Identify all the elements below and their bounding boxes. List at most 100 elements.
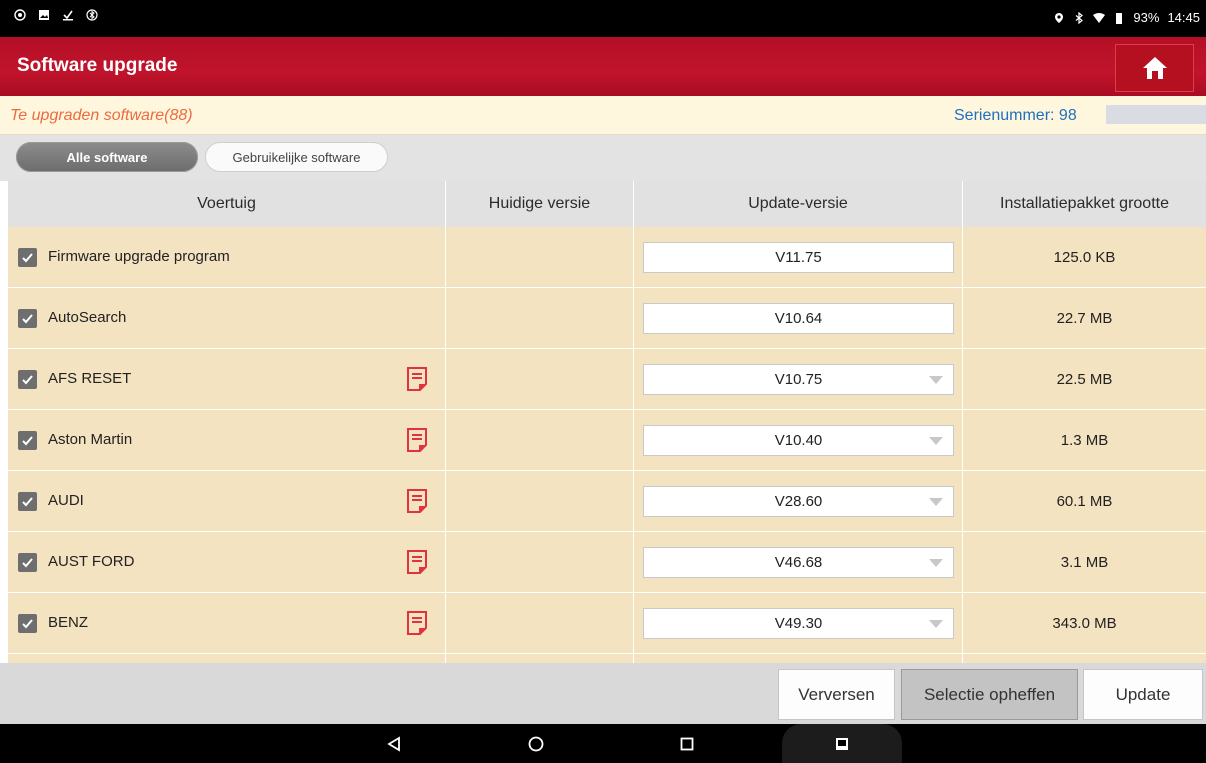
action-bar: Verversen Selectie opheffen Update: [0, 663, 1206, 724]
version-field[interactable]: V10.64: [643, 303, 954, 334]
vehicle-cell: Aston Martin: [8, 410, 446, 470]
column-header-package-size: Installatiepakket grootte: [1000, 195, 1169, 212]
release-notes-icon[interactable]: [406, 488, 428, 514]
dropdown-arrow-icon: [919, 365, 953, 394]
refresh-button[interactable]: Verversen: [778, 669, 895, 720]
dropdown-arrow-icon: [919, 609, 953, 638]
system-navigation-bar: [0, 724, 1206, 763]
check-icon: [22, 558, 33, 568]
vehicle-cell: AUDI: [8, 471, 446, 531]
serial-redaction: [1106, 105, 1206, 124]
update-version-cell: V46.68: [634, 532, 963, 592]
check-icon: [22, 436, 33, 446]
row-checkbox[interactable]: [18, 309, 37, 328]
package-size: 22.7 MB: [1056, 309, 1113, 327]
package-size: 22.5 MB: [1056, 370, 1113, 388]
circle-home-icon: [528, 736, 544, 752]
update-version-cell: V11.75: [634, 227, 963, 287]
check-icon: [22, 314, 33, 324]
vehicle-cell: AUST FORD: [8, 532, 446, 592]
deselect-button[interactable]: Selectie opheffen: [901, 669, 1078, 720]
table-row[interactable]: AutoSearch V10.64 22.7 MB: [8, 288, 1206, 349]
table-row[interactable]: Aston Martin V10.40 1.3 MB: [8, 410, 1206, 471]
package-size: 125.0 KB: [1053, 248, 1116, 266]
vehicle-name: AUST FORD: [48, 553, 135, 570]
title-bar: Software upgrade: [0, 37, 1206, 96]
serial-number: Serienummer: 98: [954, 107, 1077, 124]
package-size: 343.0 MB: [1052, 614, 1117, 632]
table-row[interactable]: AUST FORD V46.68 3.1 MB: [8, 532, 1206, 593]
vehicle-name: AUDI: [48, 492, 84, 509]
wifi-icon: [1093, 12, 1106, 23]
status-bar: 93% 14:45: [0, 0, 1206, 37]
vehicle-cell: AutoSearch: [8, 288, 446, 348]
home-nav-button[interactable]: [525, 733, 547, 755]
vehicle-cell: BENZ: [8, 593, 446, 653]
update-version-cell: [634, 654, 963, 663]
version-field[interactable]: V11.75: [643, 242, 954, 273]
table-row[interactable]: Firmware upgrade program V11.75 125.0 KB: [8, 227, 1206, 288]
row-checkbox[interactable]: [18, 492, 37, 511]
package-size-cell: 1.3 MB: [963, 410, 1206, 470]
home-button[interactable]: [1115, 44, 1194, 92]
current-version-cell: [446, 227, 634, 287]
release-notes-icon[interactable]: [406, 366, 428, 392]
vehicle-name: Aston Martin: [48, 431, 133, 448]
package-size: 3.1 MB: [1060, 553, 1109, 571]
table-row[interactable]: AUDI V28.60 60.1 MB: [8, 471, 1206, 532]
version-select[interactable]: V46.68: [643, 547, 954, 578]
package-size-cell: 60.1 MB: [963, 471, 1206, 531]
tab-common-software[interactable]: Gebruikelijke software: [205, 142, 388, 172]
dropdown-arrow-icon: [919, 548, 953, 577]
row-checkbox[interactable]: [18, 614, 37, 633]
vehicle-cell: [8, 654, 446, 663]
current-version-cell: [446, 471, 634, 531]
update-version: V46.68: [774, 554, 823, 571]
table-row[interactable]: BENZ V49.30 343.0 MB: [8, 593, 1206, 654]
update-version: V28.60: [774, 493, 823, 510]
version-select[interactable]: V10.40: [643, 425, 954, 456]
column-header-vehicle: Voertuig: [8, 181, 446, 227]
update-version: V10.40: [774, 432, 823, 449]
check-icon: [22, 497, 33, 507]
release-notes-icon[interactable]: [406, 427, 428, 453]
version-select[interactable]: V10.75: [643, 364, 954, 395]
screenshot-button[interactable]: [831, 733, 853, 755]
release-notes-icon[interactable]: [406, 549, 428, 575]
row-checkbox[interactable]: [18, 431, 37, 450]
back-button[interactable]: [383, 733, 405, 755]
package-size-cell: 343.0 MB: [963, 593, 1206, 653]
filter-tabs: Alle software Gebruikelijke software: [0, 135, 1206, 181]
tab-all-software[interactable]: Alle software: [16, 142, 198, 172]
software-list[interactable]: Firmware upgrade program V11.75 125.0 KB Au…: [8, 227, 1206, 663]
check-icon: [22, 375, 33, 385]
update-version: V10.75: [774, 371, 823, 388]
vehicle-cell: AFS RESET: [8, 349, 446, 409]
location-icon: [1055, 12, 1064, 23]
update-version-cell: V10.75: [634, 349, 963, 409]
check-icon: [22, 253, 33, 263]
update-version-cell: V28.60: [634, 471, 963, 531]
update-version-cell: V10.40: [634, 410, 963, 470]
vehicle-name: Firmware upgrade program: [48, 248, 230, 265]
recents-button[interactable]: [676, 733, 698, 755]
version-select[interactable]: V28.60: [643, 486, 954, 517]
current-version-cell: [446, 593, 634, 653]
update-version: V49.30: [774, 615, 823, 632]
update-version: V11.75: [775, 249, 822, 266]
table-row[interactable]: AFS RESET V10.75 22.5 MB: [8, 349, 1206, 410]
dropdown-arrow-icon: [919, 426, 953, 455]
bluetooth-badge-icon: [86, 9, 98, 21]
version-select[interactable]: V49.30: [643, 608, 954, 639]
row-checkbox[interactable]: [18, 248, 37, 267]
row-checkbox[interactable]: [18, 553, 37, 572]
update-version-cell: V49.30: [634, 593, 963, 653]
update-button[interactable]: Update: [1083, 669, 1203, 720]
current-version-cell: [446, 288, 634, 348]
update-version-cell: V10.64: [634, 288, 963, 348]
release-notes-icon[interactable]: [406, 610, 428, 636]
info-bar: Te upgraden software(88) Serienummer: 98: [0, 96, 1206, 135]
package-size: 1.3 MB: [1060, 431, 1109, 449]
package-size-cell: 22.5 MB: [963, 349, 1206, 409]
row-checkbox[interactable]: [18, 370, 37, 389]
